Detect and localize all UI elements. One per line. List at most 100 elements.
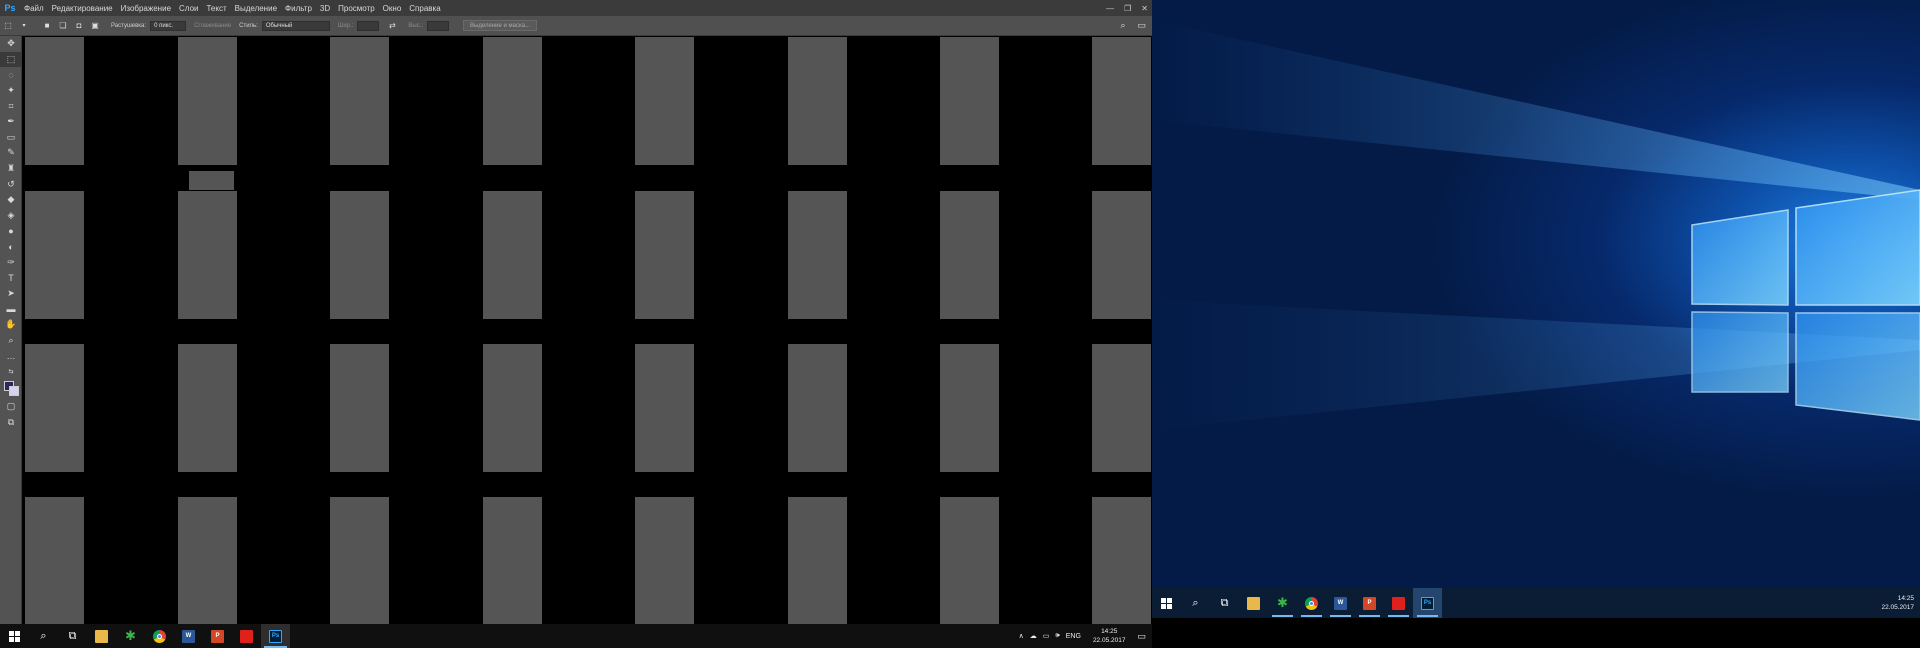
canvas-gray-block: [635, 497, 694, 625]
add-selection-icon[interactable]: ❏: [58, 21, 68, 31]
intersect-selection-icon[interactable]: ▣: [90, 21, 100, 31]
pen-tool-icon[interactable]: ✑: [0, 254, 22, 270]
start-button-right[interactable]: [1152, 588, 1181, 618]
menu-3d[interactable]: 3D: [316, 4, 334, 13]
window-controls: — ❐ ✕: [1106, 0, 1148, 16]
green-app-button[interactable]: ✱: [116, 624, 145, 648]
hand-tool-icon[interactable]: ✋: [0, 317, 22, 333]
path-selection-icon[interactable]: ➤: [0, 286, 22, 302]
clock-right[interactable]: 14:25 22.05.2017: [1881, 594, 1914, 612]
swap-icon[interactable]: ⇄: [387, 21, 397, 31]
menu-help[interactable]: Справка: [405, 4, 444, 13]
magic-wand-icon[interactable]: ✦: [0, 83, 22, 99]
volume-icon[interactable]: 🕪: [1055, 632, 1059, 640]
new-selection-icon[interactable]: ■: [42, 21, 52, 31]
paint-bucket-icon[interactable]: ◈: [0, 208, 22, 224]
healing-brush-icon[interactable]: ▭: [0, 130, 22, 146]
photoshop-logo: Ps: [4, 3, 16, 13]
lasso-tool-icon[interactable]: ◌: [0, 67, 22, 83]
canvas-gray-block: [483, 37, 542, 165]
red-app-button[interactable]: [232, 624, 261, 648]
menu-filter[interactable]: Фильтр: [281, 4, 316, 13]
red-app-icon: [1392, 596, 1405, 610]
chrome-button-right[interactable]: [1297, 588, 1326, 618]
swap-colors-icon[interactable]: ⇆: [0, 363, 22, 379]
background-color[interactable]: [9, 386, 19, 397]
color-swatches[interactable]: [0, 379, 22, 399]
screen-mode-icon[interactable]: ⧉: [0, 415, 22, 431]
photoshop-button-right[interactable]: Ps: [1413, 588, 1442, 618]
dodge-tool-icon[interactable]: ◐: [0, 239, 22, 255]
zoom-tool-icon[interactable]: ⌕: [0, 332, 22, 348]
photoshop-taskbar-button[interactable]: Ps: [261, 624, 290, 648]
crop-tool-icon[interactable]: ⌗: [0, 98, 22, 114]
subtract-selection-icon[interactable]: ◘: [74, 21, 84, 31]
canvas-gray-block: [940, 344, 999, 472]
history-brush-icon[interactable]: ↺: [0, 176, 22, 192]
chevron-up-icon[interactable]: ∧: [1019, 632, 1024, 640]
search-button-right[interactable]: ⌕: [1181, 588, 1210, 618]
onedrive-icon[interactable]: ☁: [1030, 632, 1037, 640]
photoshop-icon: Ps: [1421, 596, 1434, 610]
menu-type[interactable]: Текст: [202, 4, 230, 13]
blur-tool-icon[interactable]: ●: [0, 223, 22, 239]
menu-image[interactable]: Изображение: [117, 4, 175, 13]
type-tool-icon[interactable]: T: [0, 270, 22, 286]
canvas-gray-block: [635, 344, 694, 472]
menu-window[interactable]: Окно: [379, 4, 406, 13]
quick-mask-icon[interactable]: ▢: [0, 399, 22, 415]
windows-icon: [9, 630, 20, 642]
search-button[interactable]: ⌕: [29, 624, 58, 648]
eyedropper-icon[interactable]: ✒: [0, 114, 22, 130]
canvas-gray-block: [788, 37, 847, 165]
height-label: Выс.:: [408, 22, 424, 29]
powerpoint-button[interactable]: P: [203, 624, 232, 648]
brush-tool-icon[interactable]: ✎: [0, 145, 22, 161]
canvas-gray-block: [178, 344, 237, 472]
start-button[interactable]: [0, 624, 29, 648]
menu-file[interactable]: Файл: [20, 4, 48, 13]
document-canvas[interactable]: [23, 37, 1152, 632]
restore-button[interactable]: ❐: [1124, 4, 1131, 13]
explorer-button[interactable]: [87, 624, 116, 648]
marquee-tool-preset-icon[interactable]: ⬚: [3, 21, 13, 31]
task-view-icon: ⧉: [68, 629, 77, 642]
chrome-button[interactable]: [145, 624, 174, 648]
word-button[interactable]: W: [174, 624, 203, 648]
search-icon: ⌕: [1192, 596, 1199, 609]
windows-icon: [1161, 597, 1172, 609]
feather-input[interactable]: 0 пикс.: [150, 20, 187, 31]
marquee-tool-icon[interactable]: ⬚: [0, 51, 22, 68]
network-icon[interactable]: ▭: [1043, 632, 1050, 640]
width-input[interactable]: [357, 20, 380, 31]
antialias-checkbox[interactable]: Сглаживание: [194, 23, 231, 29]
workspace-icon[interactable]: ▭: [1137, 20, 1146, 31]
language-indicator[interactable]: ENG: [1066, 633, 1081, 640]
explorer-button-right[interactable]: [1239, 588, 1268, 618]
minimize-button[interactable]: —: [1106, 4, 1114, 13]
green-app-button-right[interactable]: ✱: [1268, 588, 1297, 618]
menu-layers[interactable]: Слои: [175, 4, 202, 13]
word-button-right[interactable]: W: [1326, 588, 1355, 618]
red-app-button-right[interactable]: [1384, 588, 1413, 618]
menu-edit[interactable]: Редактирование: [48, 4, 117, 13]
notifications-icon[interactable]: ▭: [1137, 631, 1146, 642]
canvas-gray-block: [330, 344, 389, 472]
clock[interactable]: 14:25 22.05.2017: [1093, 627, 1126, 645]
clone-stamp-icon[interactable]: ♜: [0, 161, 22, 177]
rectangle-tool-icon[interactable]: ▬: [0, 301, 22, 317]
style-select[interactable]: Обычный: [261, 20, 330, 31]
height-input[interactable]: [427, 20, 450, 31]
menu-select[interactable]: Выделение: [231, 4, 281, 13]
menu-view[interactable]: Просмотр: [334, 4, 379, 13]
task-view-button[interactable]: ⧉: [58, 624, 87, 648]
chevron-down-icon[interactable]: ▾: [19, 21, 29, 31]
more-tools-icon[interactable]: …: [0, 348, 22, 364]
close-button[interactable]: ✕: [1141, 4, 1148, 13]
eraser-icon[interactable]: ◆: [0, 192, 22, 208]
select-and-mask-button[interactable]: Выделение и маска...: [463, 20, 538, 31]
move-tool-icon[interactable]: ✥: [0, 36, 22, 52]
search-icon[interactable]: ⌕: [1120, 20, 1125, 31]
powerpoint-button-right[interactable]: P: [1355, 588, 1384, 618]
task-view-button-right[interactable]: ⧉: [1210, 588, 1239, 618]
